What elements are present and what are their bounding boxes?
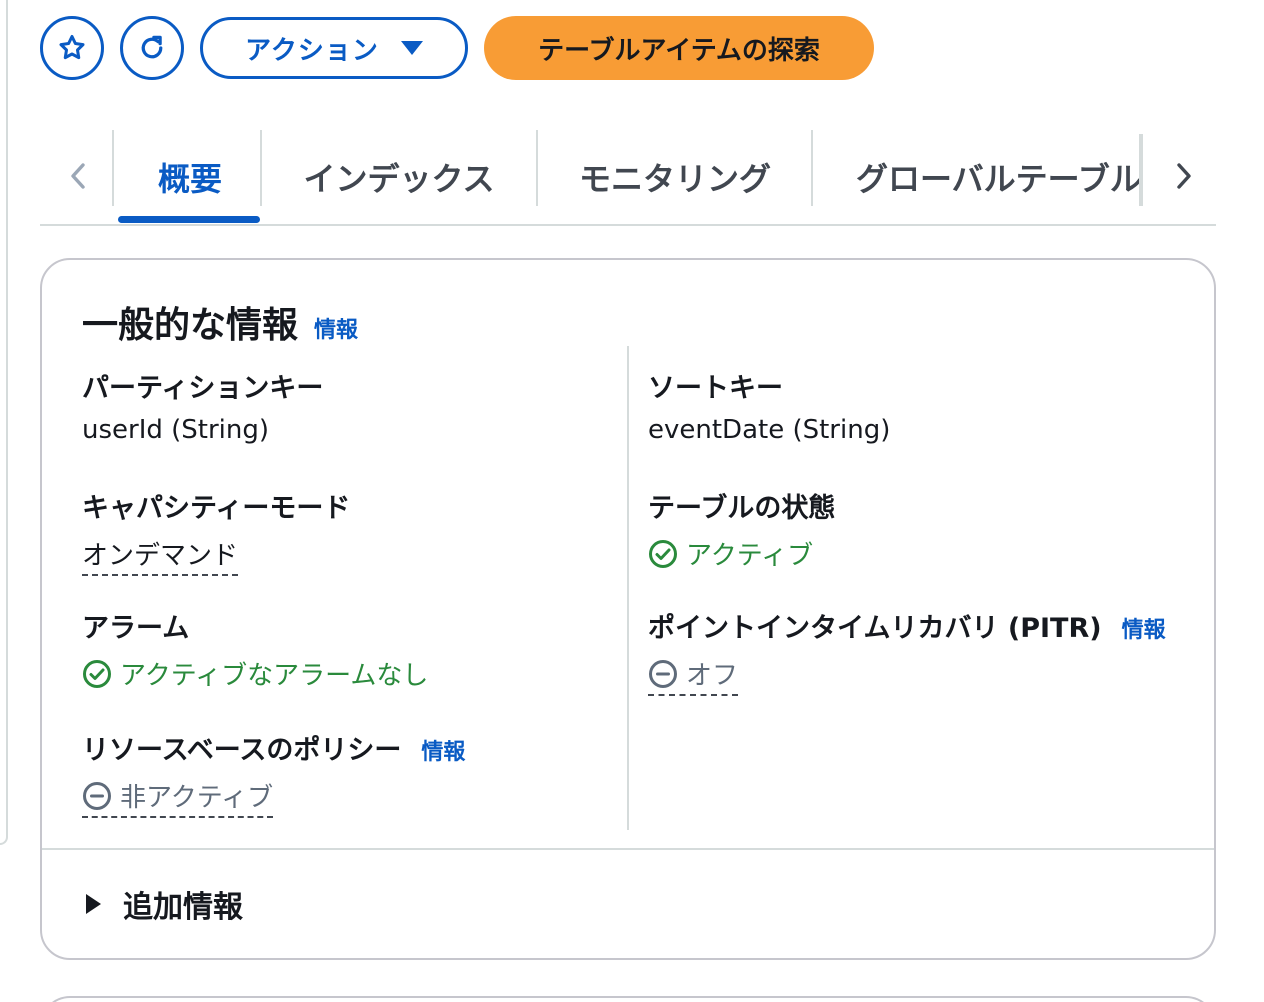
field-label: ポイントインタイムリカバリ (PITR) 情報	[648, 606, 1166, 645]
field-label: パーティションキー	[82, 373, 324, 404]
minus-circle-icon	[83, 781, 111, 810]
expander-label: 追加情報	[123, 890, 243, 925]
general-info-panel: 一般的な情報 情報 パーティションキー userId (String) キャパシ…	[40, 258, 1216, 960]
field-label: キャパシティーモード	[82, 493, 351, 524]
pitr-status[interactable]: オフ	[648, 655, 739, 696]
explore-label: テーブルアイテムの探索	[538, 35, 820, 66]
check-circle-icon	[649, 539, 677, 568]
check-circle-icon	[83, 659, 111, 688]
field-value: eventDate (String)	[648, 415, 891, 445]
refresh-button[interactable]	[120, 16, 184, 80]
status-text: アクティブ	[686, 541, 814, 571]
field-label-text: リソースベースのポリシー	[82, 735, 402, 766]
table-toolbar: アクション テーブルアイテムの探索	[40, 16, 874, 80]
tab-label: インデックス	[303, 160, 495, 198]
tab-label: モニタリング	[578, 160, 771, 198]
tab-indexes[interactable]: インデックス	[262, 128, 536, 226]
table-status-field: テーブルの状態 アクティブ	[648, 486, 835, 573]
actions-dropdown-button[interactable]: アクション	[200, 17, 468, 79]
actions-label: アクション	[245, 35, 379, 66]
capacity-mode-field: キャパシティーモード オンデマンド	[82, 486, 350, 576]
tab-separator	[811, 130, 813, 206]
tab-overflow-edge	[1139, 134, 1143, 206]
tab-monitoring[interactable]: モニタリング	[538, 128, 812, 226]
alarms-field: アラーム アクティブなアラームなし	[82, 606, 428, 693]
tab-separator	[112, 130, 114, 206]
panel-header: 一般的な情報 情報	[82, 296, 358, 348]
tabs-scroll-right-button[interactable]	[1164, 146, 1204, 206]
tab-overview[interactable]: 概要	[120, 128, 260, 226]
tab-global-tables-clip: グローバルテーブル	[850, 128, 1140, 226]
active-tab-indicator	[118, 216, 260, 223]
left-panel-edge	[0, 0, 8, 845]
table-details-page: アクション テーブルアイテムの探索 概要 インデックス モニタリング グローバル…	[0, 0, 1264, 1002]
next-panel-edge	[40, 996, 1216, 1002]
field-label: リソースベースのポリシー 情報	[82, 728, 465, 767]
capacity-mode-value[interactable]: オンデマンド	[82, 535, 239, 576]
table-status: アクティブ	[648, 535, 813, 572]
field-label: テーブルの状態	[648, 493, 836, 524]
refresh-icon	[141, 35, 163, 59]
panel-title: 一般的な情報	[82, 305, 299, 346]
resource-policy-info-link[interactable]: 情報	[421, 734, 465, 766]
tabs-scroll-left-button[interactable]	[58, 146, 98, 206]
pitr-info-link[interactable]: 情報	[1122, 612, 1166, 644]
status-text: アクティブなアラームなし	[120, 661, 429, 691]
field-value: userId (String)	[82, 415, 270, 445]
field-label-text: ポイントインタイムリカバリ (PITR)	[648, 613, 1102, 644]
tab-global-tables[interactable]: グローバルテーブル	[856, 128, 1140, 226]
resource-policy-status[interactable]: 非アクティブ	[82, 777, 274, 818]
tab-bar: 概要 インデックス モニタリング グローバルテーブル	[40, 128, 1216, 226]
tab-label: 概要	[157, 160, 222, 198]
chevron-left-icon	[71, 163, 85, 189]
caret-right-icon	[86, 894, 101, 914]
column-divider	[627, 346, 629, 830]
minus-circle-icon	[649, 659, 677, 688]
panel-footer: 追加情報	[42, 848, 1214, 958]
chevron-right-icon	[1177, 163, 1191, 189]
explore-table-items-button[interactable]: テーブルアイテムの探索	[484, 16, 874, 80]
sort-key-field: ソートキー eventDate (String)	[648, 366, 890, 445]
field-label: ソートキー	[648, 373, 783, 404]
pitr-field: ポイントインタイムリカバリ (PITR) 情報 オフ	[648, 606, 1166, 696]
tab-label: グローバルテーブル	[856, 160, 1140, 198]
status-text: オフ	[686, 661, 739, 691]
status-text: 非アクティブ	[120, 783, 274, 813]
panel-info-link[interactable]: 情報	[314, 312, 358, 344]
alarms-status: アクティブなアラームなし	[82, 655, 428, 692]
caret-down-icon	[400, 41, 423, 55]
field-label: アラーム	[82, 613, 190, 644]
star-icon	[59, 35, 85, 60]
additional-info-expander[interactable]: 追加情報	[86, 882, 243, 926]
partition-key-field: パーティションキー userId (String)	[82, 366, 323, 445]
resource-policy-field: リソースベースのポリシー 情報 非アクティブ	[82, 728, 465, 818]
favorite-button[interactable]	[40, 16, 104, 80]
